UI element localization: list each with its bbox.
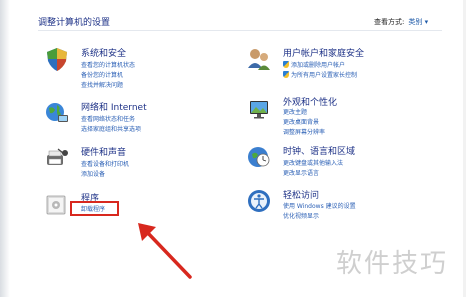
link-devices-printers[interactable]: 查看设备和打印机 — [81, 159, 129, 168]
link-change-theme[interactable]: 更改主题 — [283, 107, 307, 116]
link-add-device[interactable]: 添加设备 — [81, 169, 105, 178]
user-accounts-icon[interactable] — [246, 46, 272, 72]
category-title-system-security[interactable]: 系统和安全 — [81, 46, 126, 59]
view-by-dropdown[interactable]: 类别 ▾ — [408, 18, 428, 26]
watermark: 软件技巧 — [336, 249, 449, 279]
link-homegroup-sharing[interactable]: 选择家庭组和共享选项 — [81, 124, 141, 133]
category-title-clock-language-region[interactable]: 时钟、语言和区域 — [283, 144, 355, 157]
link-network-status[interactable]: 查看网络状态和任务 — [81, 114, 135, 123]
link-optimize-visual-display[interactable]: 优化视频显示 — [283, 211, 319, 220]
category-title-user-accounts[interactable]: 用户帐户和家庭安全 — [283, 46, 364, 59]
system-security-icon[interactable] — [44, 46, 70, 72]
programs-icon[interactable] — [44, 191, 70, 217]
hardware-sound-icon[interactable] — [44, 145, 70, 171]
window-left-edge — [0, 0, 10, 297]
link-backup-computer[interactable]: 备份您的计算机 — [81, 70, 123, 79]
red-arrow-annotation — [138, 223, 192, 279]
category-title-network-internet[interactable]: 网络和 Internet — [81, 100, 147, 113]
network-icon[interactable] — [44, 100, 70, 126]
uac-shield-icon — [283, 61, 289, 68]
link-adjust-resolution[interactable]: 调整屏幕分辨率 — [283, 127, 325, 136]
view-by-label: 查看方式: — [374, 18, 405, 26]
appearance-icon[interactable] — [246, 95, 272, 121]
link-troubleshoot[interactable]: 查找并解决问题 — [81, 80, 123, 89]
ease-of-access-icon[interactable] — [246, 188, 272, 214]
category-title-ease-of-access[interactable]: 轻松访问 — [283, 188, 319, 201]
category-title-hardware-sound[interactable]: 硬件和声音 — [81, 145, 126, 158]
link-parental-controls[interactable]: 为所有用户设置家长控制 — [283, 70, 357, 79]
uac-shield-icon — [283, 71, 289, 78]
page-title: 调整计算机的设置 — [38, 18, 111, 28]
header-divider — [38, 30, 442, 31]
view-by-control[interactable]: 查看方式: 类别 ▾ — [374, 17, 428, 27]
link-windows-recommended-settings[interactable]: 使用 Windows 建议的设置 — [283, 201, 356, 210]
link-change-display-language[interactable]: 更改显示语言 — [283, 168, 319, 177]
clock-language-icon[interactable] — [246, 144, 272, 170]
link-change-desktop-background[interactable]: 更改桌面背景 — [283, 117, 319, 126]
uninstall-highlight-box — [70, 201, 119, 216]
link-change-keyboard[interactable]: 更改键盘或其他输入法 — [283, 158, 343, 167]
link-view-computer-status[interactable]: 查看您的计算机状态 — [81, 60, 135, 69]
link-add-remove-accounts[interactable]: 添加或删除用户帐户 — [283, 60, 345, 69]
